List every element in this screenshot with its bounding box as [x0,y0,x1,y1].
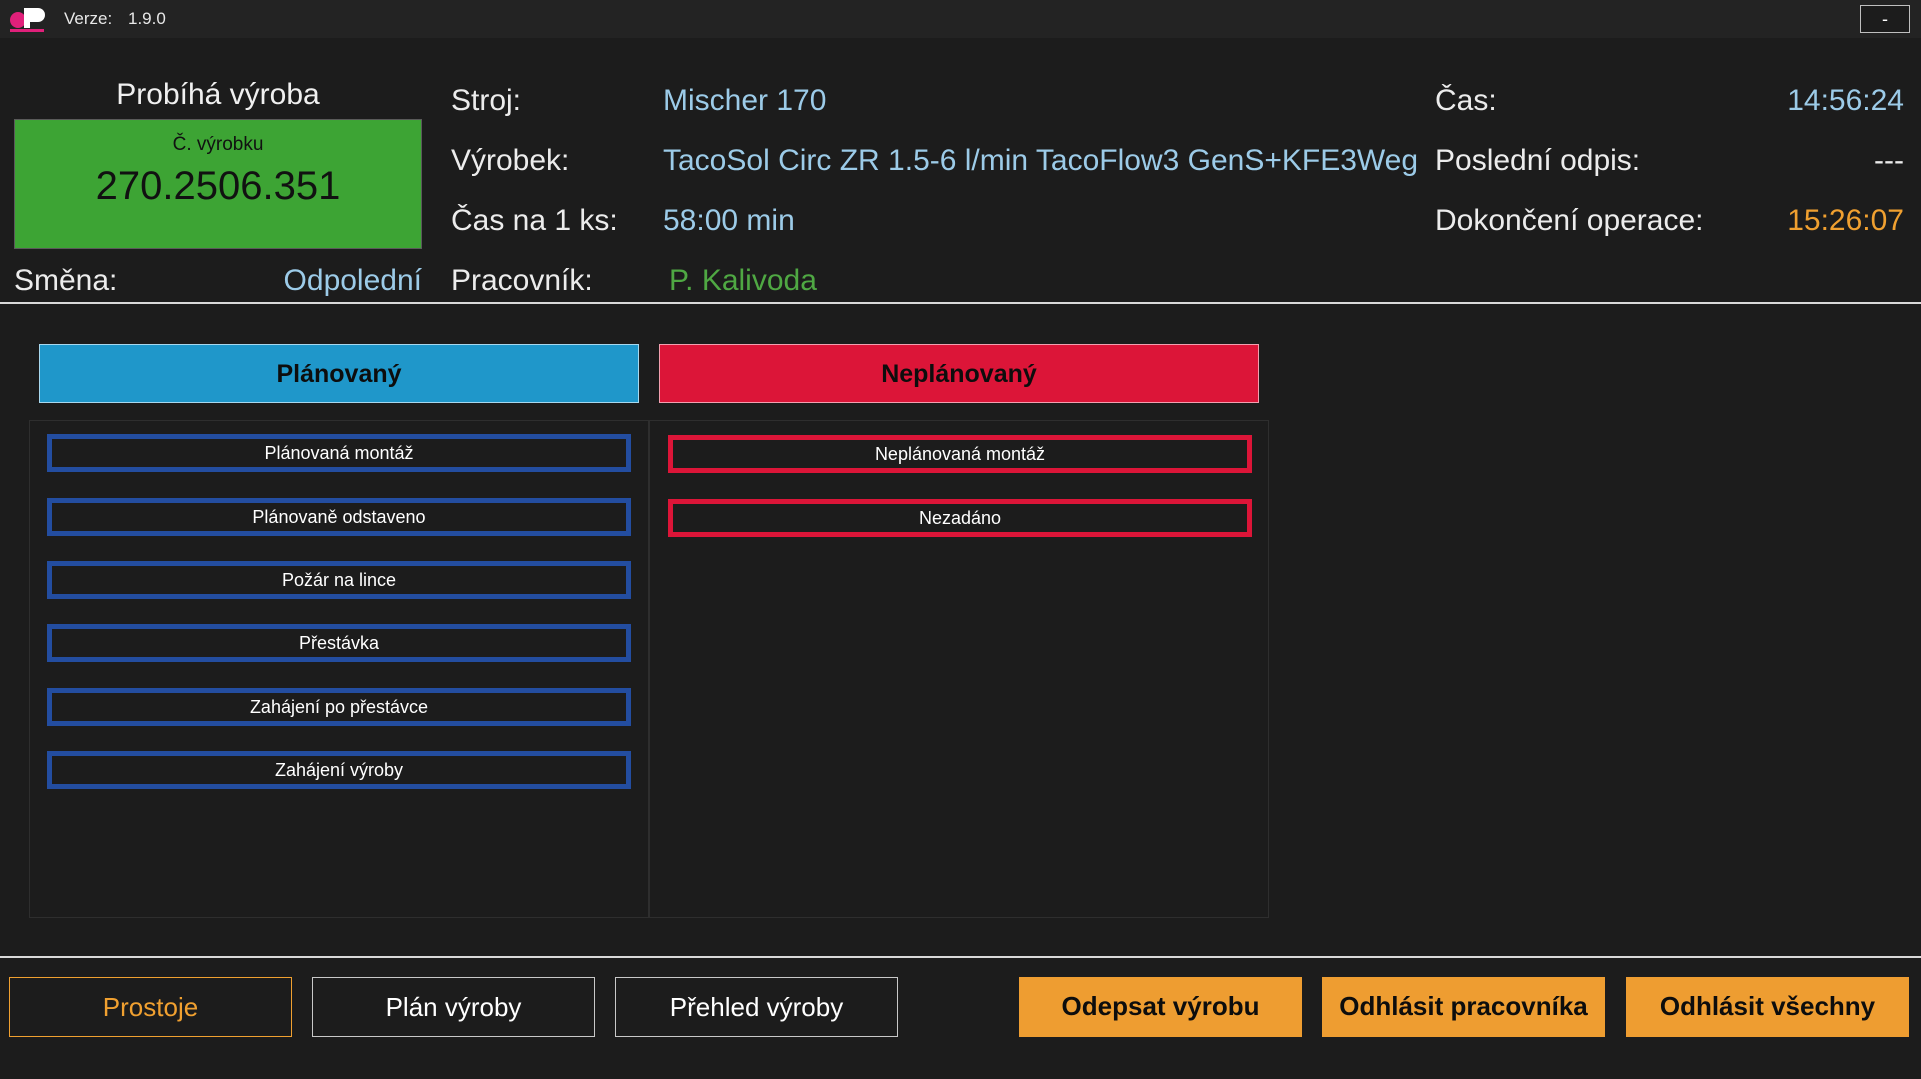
worker-value: P. Kalivoda [669,264,817,297]
production-overview-button[interactable]: Přehled výroby [615,977,898,1037]
production-status-title: Probíhá výroba [116,78,320,111]
unplanned-reasons-panel: Neplánovaná montáž Nezadáno [649,420,1269,918]
planned-reason-item[interactable]: Plánovaná montáž [47,434,631,472]
clock-label: Čas: [1435,84,1497,117]
last-writeoff-value: --- [1874,144,1904,177]
unplanned-reason-item[interactable]: Neplánovaná montáž [668,435,1252,473]
title-bar: Verze: 1.9.0 - [0,0,1921,38]
planned-category-button[interactable]: Plánovaný [39,344,639,403]
completion-label: Dokončení operace: [1435,204,1704,237]
planned-reason-item[interactable]: Zahájení po přestávce [47,688,631,726]
logout-all-button[interactable]: Odhlásit všechny [1626,977,1909,1037]
unplanned-category-button[interactable]: Neplánovaný [659,344,1259,403]
footer-divider [0,956,1921,958]
product-number-value: 270.2506.351 [95,164,341,208]
header-divider [0,302,1921,304]
machine-value: Mischer 170 [663,84,827,117]
time-per-piece-value: 58:00 min [663,204,795,237]
production-plan-button[interactable]: Plán výroby [312,977,595,1037]
downtimes-button[interactable]: Prostoje [9,977,292,1037]
product-label: Výrobek: [451,144,570,177]
shift-value: Odpolední [283,264,422,297]
clock-value: 14:56:24 [1787,84,1904,117]
completion-value: 15:26:07 [1787,204,1904,237]
planned-reason-item[interactable]: Přestávka [47,624,631,662]
logout-worker-button[interactable]: Odhlásit pracovníka [1322,977,1605,1037]
app-logo-icon [10,8,45,32]
machine-label: Stroj: [451,84,522,117]
shift-label: Směna: [14,264,118,297]
version-value: 1.9.0 [128,9,166,28]
product-number-label: Č. výrobku [172,134,264,155]
worker-label: Pracovník: [451,264,593,297]
product-number-box: Č. výrobku 270.2506.351 [14,119,422,249]
planned-reason-item[interactable]: Zahájení výroby [47,751,631,789]
minimize-button[interactable]: - [1860,5,1910,33]
planned-reason-item[interactable]: Plánovaně odstaveno [47,498,631,536]
planned-reason-item[interactable]: Požár na lince [47,561,631,599]
product-value: TacoSol Circ ZR 1.5-6 l/min TacoFlow3 Ge… [663,144,1419,177]
unplanned-reason-item[interactable]: Nezadáno [668,499,1252,537]
write-off-production-button[interactable]: Odepsat výrobu [1019,977,1302,1037]
last-writeoff-label: Poslední odpis: [1435,144,1641,177]
planned-reasons-panel: Plánovaná montáž Plánovaně odstaveno Pož… [29,420,649,918]
time-per-piece-label: Čas na 1 ks: [451,204,618,237]
version-label: Verze: [64,9,113,28]
